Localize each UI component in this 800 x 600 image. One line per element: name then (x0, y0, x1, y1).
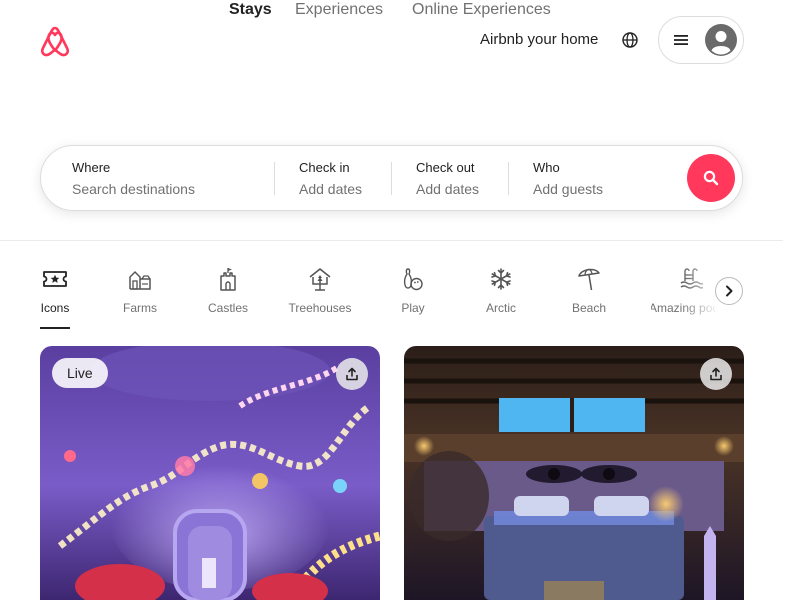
category-label: Play (401, 301, 425, 315)
castle-icon (215, 266, 241, 292)
category-label: Icons (40, 301, 70, 315)
where-label: Where (72, 160, 111, 175)
category-label: Arctic (486, 301, 516, 315)
globe-icon (622, 32, 638, 48)
user-menu-button[interactable] (658, 16, 744, 64)
check-in-field[interactable]: Check in Add dates (299, 146, 399, 210)
category-arctic[interactable]: Arctic (461, 266, 541, 316)
tab-stays[interactable]: Stays (229, 0, 272, 20)
barn-icon (127, 266, 153, 292)
share-icon (710, 367, 722, 381)
treehouse-icon (307, 266, 333, 292)
check-out-value: Add dates (416, 181, 480, 197)
tab-experiences[interactable]: Experiences (295, 0, 383, 20)
where-field[interactable]: Where Search destinations (72, 146, 272, 210)
check-in-value: Add dates (299, 181, 363, 197)
category-label: Treehouses (288, 301, 352, 315)
who-value: Add guests (533, 181, 604, 197)
category-label: Castles (207, 301, 248, 315)
bowling-icon (400, 266, 426, 292)
airbnb-your-home-link[interactable]: Airbnb your home (480, 31, 598, 49)
search-bar: Where Search destinations Check in Add d… (40, 145, 743, 211)
listing-card[interactable] (404, 346, 744, 600)
share-button[interactable] (700, 358, 732, 390)
chevron-right-icon (726, 285, 733, 297)
where-input[interactable]: Search destinations (72, 180, 272, 198)
tab-online-experiences[interactable]: Online Experiences (412, 0, 551, 20)
search-divider (274, 162, 275, 195)
share-icon (346, 367, 358, 381)
category-label: Beach (571, 301, 607, 315)
category-next-button[interactable] (715, 277, 743, 305)
category-treehouses[interactable]: Treehouses (280, 266, 360, 316)
who-field[interactable]: Who Add guests (533, 146, 673, 210)
category-icons[interactable]: Icons (15, 266, 95, 316)
who-label: Who (533, 160, 560, 175)
category-play[interactable]: Play (373, 266, 453, 316)
header-divider (0, 240, 783, 241)
category-castles[interactable]: Castles (188, 266, 268, 316)
category-scroll-fade (680, 262, 720, 322)
snowflake-icon (488, 266, 514, 292)
category-farms[interactable]: Farms (100, 266, 180, 316)
listing-photo (404, 346, 744, 600)
avatar-icon (705, 24, 737, 56)
listing-card[interactable]: Live (40, 346, 380, 600)
ticket-star-icon (42, 266, 68, 292)
airbnb-logo-icon[interactable] (38, 24, 72, 58)
category-label: Farms (123, 301, 157, 315)
active-category-underline (40, 327, 70, 329)
search-icon (703, 170, 719, 186)
check-in-label: Check in (299, 160, 350, 175)
search-divider (391, 162, 392, 195)
search-button[interactable] (687, 154, 735, 202)
umbrella-icon (576, 266, 602, 292)
live-badge: Live (52, 358, 108, 388)
check-out-field[interactable]: Check out Add dates (416, 146, 516, 210)
share-button[interactable] (336, 358, 368, 390)
category-beach[interactable]: Beach (549, 266, 629, 316)
language-button[interactable] (619, 29, 641, 51)
search-divider (508, 162, 509, 195)
hamburger-menu-icon (673, 32, 689, 48)
check-out-label: Check out (416, 160, 475, 175)
